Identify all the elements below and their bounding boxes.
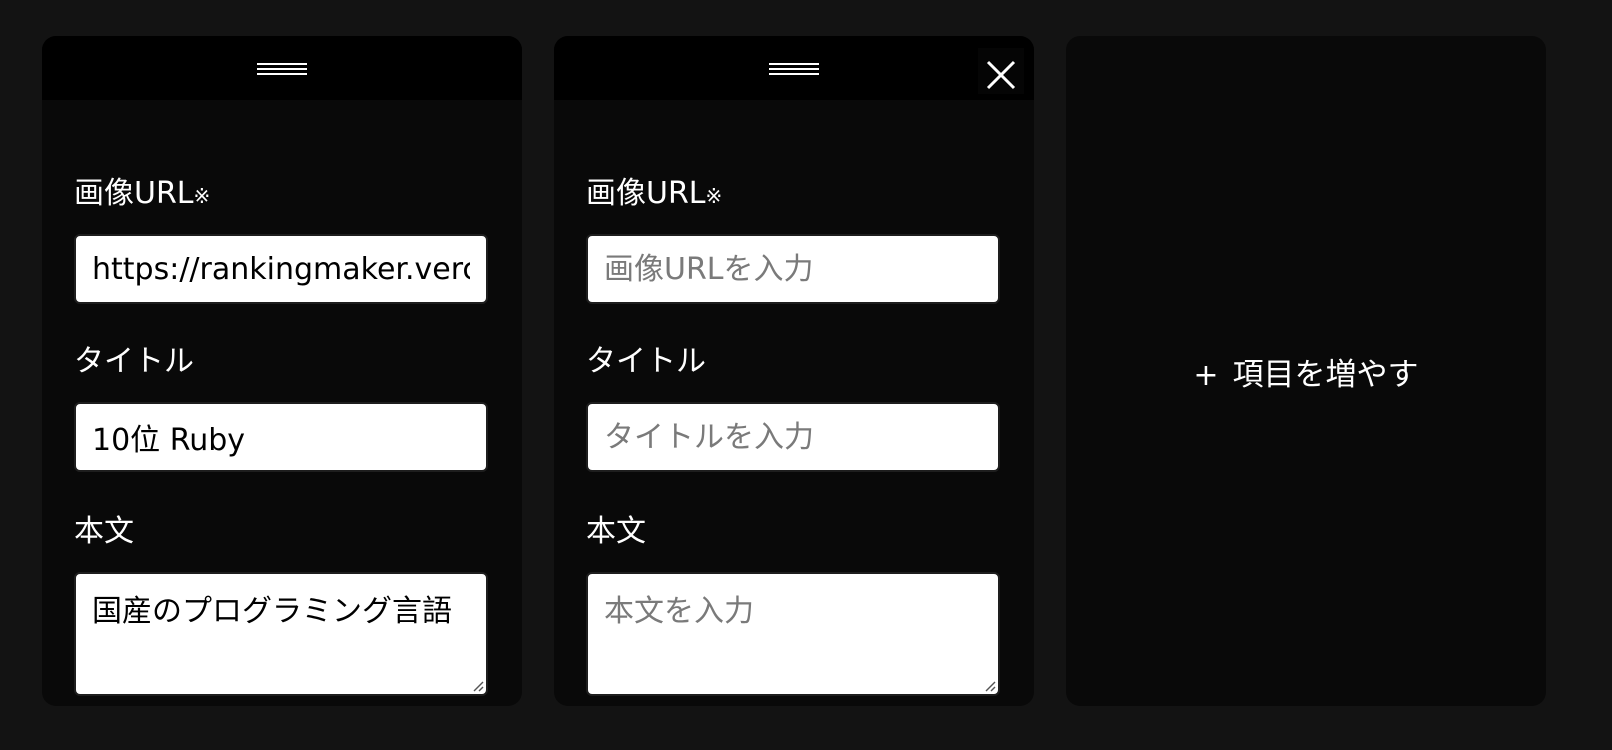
item-card-1: 画像URL※ タイトル 本文 国産のプログラミング言語 [42, 36, 522, 706]
image-url-label: 画像URL※ [586, 174, 722, 216]
close-icon [986, 60, 1016, 90]
add-item-card: + 項目を増やす [1066, 36, 1546, 706]
drag-handle-icon[interactable] [769, 58, 819, 78]
resize-grip-icon[interactable] [472, 680, 484, 692]
body-label: 本文 [586, 514, 646, 549]
body-label: 本文 [74, 514, 134, 549]
required-mark: ※ [705, 184, 723, 208]
required-mark: ※ [193, 184, 211, 208]
drag-handle-icon[interactable] [257, 58, 307, 78]
ranking-editor-board: 画像URL※ タイトル 本文 国産のプログラミング言語 画像URL※ タイトル [0, 0, 1612, 750]
image-url-label-text: 画像URL [586, 176, 706, 211]
body-textarea[interactable] [586, 572, 1000, 696]
card-header [554, 36, 1034, 100]
close-button[interactable] [978, 48, 1024, 94]
add-item-button[interactable]: + 項目を増やす [1066, 36, 1546, 706]
title-label: タイトル [586, 344, 706, 379]
resize-grip-icon[interactable] [984, 680, 996, 692]
body-textarea[interactable]: 国産のプログラミング言語 [74, 572, 488, 696]
title-input[interactable] [586, 402, 1000, 472]
image-url-input[interactable] [74, 234, 488, 304]
image-url-label-text: 画像URL [74, 176, 194, 211]
plus-icon: + [1193, 357, 1219, 393]
item-card-2: 画像URL※ タイトル 本文 [554, 36, 1034, 706]
image-url-input[interactable] [586, 234, 1000, 304]
title-label: タイトル [74, 344, 194, 379]
add-item-label: 項目を増やす [1232, 356, 1419, 393]
image-url-label: 画像URL※ [74, 174, 210, 216]
title-input[interactable] [74, 402, 488, 472]
card-header [42, 36, 522, 100]
